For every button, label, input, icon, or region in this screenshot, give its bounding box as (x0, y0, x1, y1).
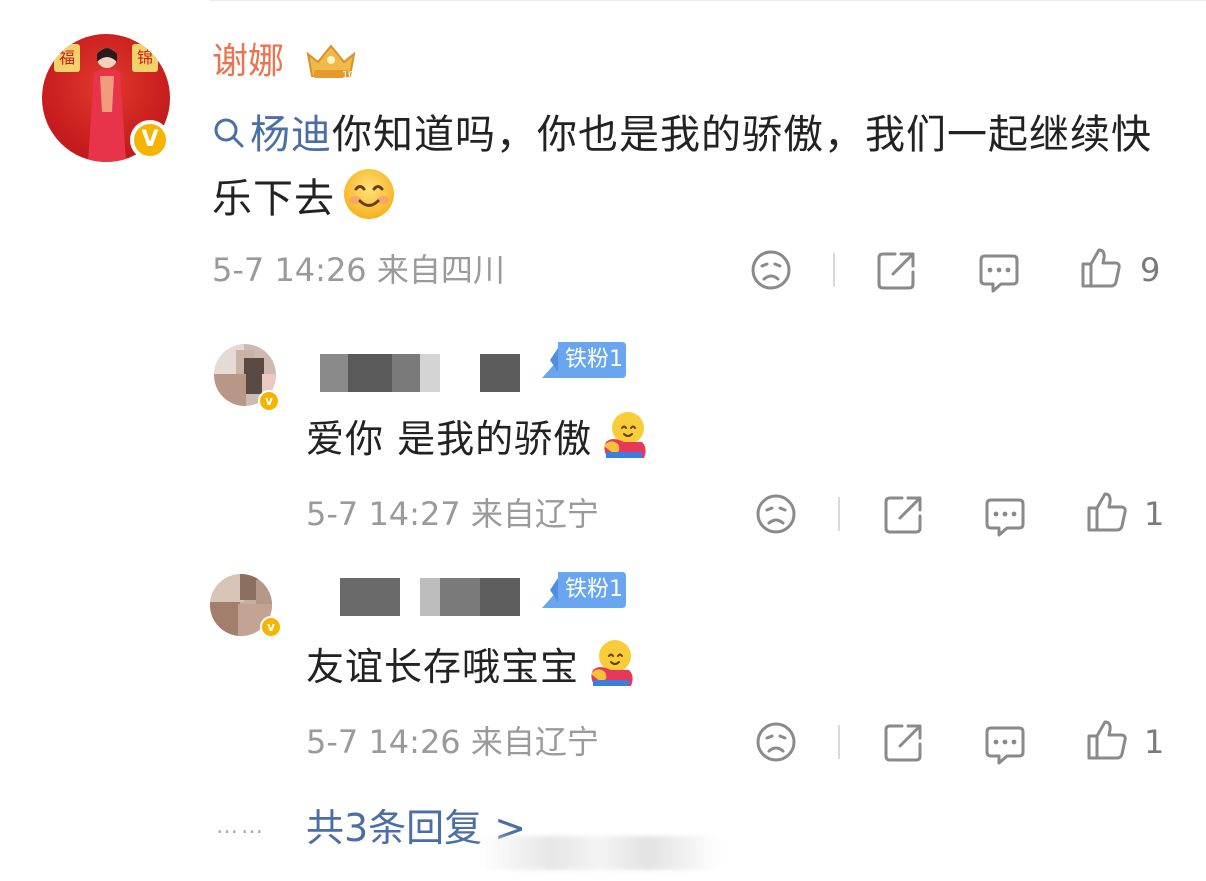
mention-link[interactable]: 杨迪 (212, 112, 332, 158)
mention-name: 杨迪 (250, 112, 332, 158)
comment-icon[interactable] (983, 722, 1027, 766)
avatar-tag-right: 锦 (132, 44, 158, 72)
comment-icon[interactable] (977, 250, 1021, 294)
reply-1-body: 爱你 是我的骄傲 (306, 417, 593, 461)
reply-2-location: 来自辽宁 (470, 723, 599, 761)
reply-1-like-count: 1 (1144, 495, 1165, 533)
reply-1-fan-badge: 铁粉1 (538, 342, 626, 378)
thread-dots: …… (216, 814, 266, 839)
smile-emoji-icon (344, 169, 394, 219)
reply-1-location: 来自辽宁 (470, 495, 599, 533)
action-separator (838, 725, 840, 759)
share-icon[interactable] (882, 492, 926, 536)
reply-2-timestamp: 5-7 14:26 (306, 723, 461, 761)
main-meta: 5-7 14:26 来自四川 (212, 250, 505, 290)
share-icon[interactable] (882, 720, 926, 764)
verified-icon: v (258, 390, 280, 412)
action-separator (838, 497, 840, 531)
fan-badge-label: 铁粉1 (565, 577, 623, 602)
reply-2-body: 友谊长存哦宝宝 (306, 645, 580, 689)
svg-text:10: 10 (342, 70, 355, 81)
main-like-count: 9 (1140, 251, 1161, 289)
action-separator (833, 253, 835, 287)
search-icon (214, 118, 244, 148)
reply-2-meta: 5-7 14:26 来自辽宁 (306, 722, 599, 762)
fan-badge-label: 铁粉1 (565, 347, 623, 372)
share-icon[interactable] (875, 248, 919, 292)
avatar-figure-icon (88, 48, 126, 162)
reply-1-timestamp: 5-7 14:27 (306, 495, 461, 533)
sad-face-icon[interactable] (754, 720, 798, 764)
watermark-blur (480, 836, 720, 870)
reply-1-meta: 5-7 14:27 来自辽宁 (306, 494, 599, 534)
avatar-tag-left: 福 (54, 44, 80, 72)
main-location: 来自四川 (376, 251, 505, 289)
comment-icon[interactable] (983, 494, 1027, 538)
reply-1-text: 爱你 是我的骄傲 (306, 408, 652, 464)
thumbs-up-icon[interactable] (1079, 246, 1123, 290)
reply-2-like-count: 1 (1144, 723, 1165, 761)
top-divider (210, 0, 1206, 1)
main-comment-text: 杨迪你知道吗，你也是我的骄傲，我们一起继续快乐下去 (212, 104, 1172, 230)
thumbs-up-icon[interactable] (1085, 490, 1129, 534)
sad-face-icon[interactable] (749, 248, 793, 292)
verified-icon: V (130, 120, 170, 160)
main-username[interactable]: 谢娜 (212, 40, 284, 84)
hug-emoji-icon (604, 412, 646, 458)
reply-2-text: 友谊长存哦宝宝 (306, 636, 639, 692)
reply-2-fan-badge: 铁粉1 (538, 572, 626, 608)
verified-icon: v (260, 616, 282, 638)
main-timestamp: 5-7 14:26 (212, 251, 367, 289)
thumbs-up-icon[interactable] (1085, 718, 1129, 762)
crown-vip-icon[interactable]: 10 (302, 40, 360, 82)
hug-emoji-icon (591, 640, 633, 686)
sad-face-icon[interactable] (754, 492, 798, 536)
